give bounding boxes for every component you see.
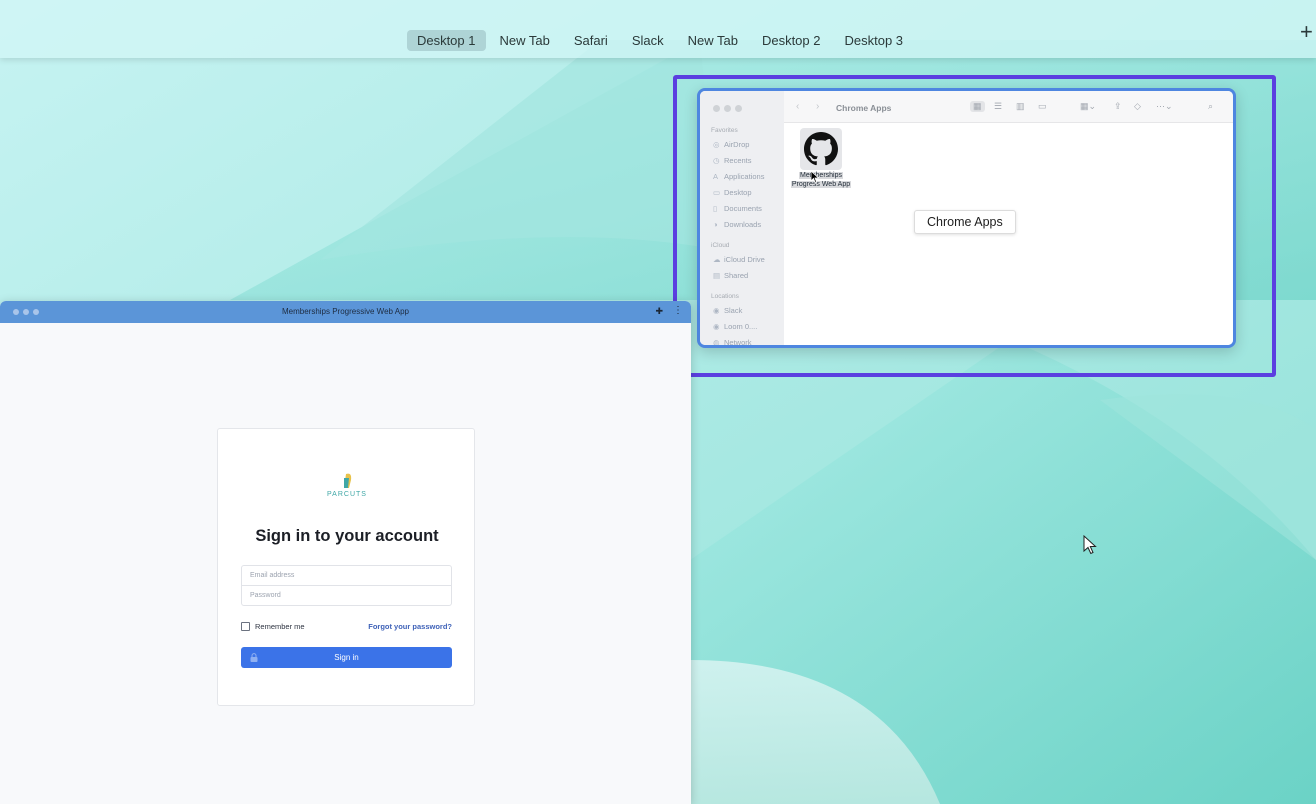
applications-icon: A: [713, 172, 719, 181]
group-icon[interactable]: ▦⌄: [1080, 101, 1096, 112]
sidebar-item-icloud-drive[interactable]: ☁ iCloud Drive: [713, 255, 765, 264]
sidebar-item-label: Recents: [724, 156, 752, 165]
signin-button[interactable]: Sign in: [241, 647, 452, 668]
gallery-view-icon[interactable]: ▭: [1038, 101, 1047, 112]
pwa-titlebar[interactable]: Memberships Progressive Web App ✚ ⋮: [0, 301, 691, 323]
back-arrow-icon[interactable]: ‹: [796, 101, 799, 112]
sidebar-item-label: Applications: [724, 172, 765, 181]
remember-me-row[interactable]: Remember me: [241, 622, 305, 631]
sidebar-item-label: Slack: [724, 306, 743, 315]
remember-me-checkbox[interactable]: [241, 622, 250, 631]
icon-view-icon[interactable]: ▦: [970, 101, 985, 112]
sidebar-item-label: Documents: [724, 204, 762, 213]
more-actions-icon[interactable]: ⋯⌄: [1156, 101, 1173, 112]
forgot-password-link[interactable]: Forgot your password?: [368, 622, 452, 631]
column-view-icon[interactable]: ▥: [1016, 101, 1025, 112]
sidebar-item-label: Loom 0....: [724, 322, 758, 331]
memberships-app-label: Memberships Progress Web App: [788, 171, 854, 189]
memberships-pwa-window[interactable]: Memberships Progressive Web App ✚ ⋮ PARC…: [0, 301, 691, 804]
github-icon: [804, 132, 838, 166]
space-tab-desktop-3[interactable]: Desktop 3: [835, 30, 914, 51]
email-field[interactable]: Email address: [241, 565, 452, 586]
signin-heading: Sign in to your account: [255, 527, 439, 545]
window-name-tooltip: Chrome Apps: [914, 210, 1016, 234]
minimize-dot[interactable]: [724, 105, 731, 112]
spaces-list: Desktop 1 New Tab Safari Slack New Tab D…: [0, 30, 1316, 51]
disk-icon: ◉: [713, 322, 720, 331]
sidebar-item-loom[interactable]: ◉ Loom 0....: [713, 322, 757, 331]
sidebar-item-label: iCloud Drive: [724, 255, 765, 264]
sidebar-item-airdrop[interactable]: ◎ AirDrop: [713, 140, 749, 149]
lock-icon: [250, 653, 258, 662]
signin-card: PARCUTS Sign in to your account Email ad…: [217, 428, 475, 706]
finder-toolbar: ‹ › Chrome Apps ▦ ☰ ▥ ▭ ▦⌄ ⇪ ◇ ⋯⌄ ⌕: [784, 91, 1233, 123]
shared-folder-icon: ▤: [713, 271, 721, 280]
sidebar-item-applications[interactable]: A Applications: [713, 172, 764, 181]
sidebar-item-shared[interactable]: ▤ Shared: [713, 271, 748, 280]
sidebar-item-recents[interactable]: ◷ Recents: [713, 156, 752, 165]
signin-button-label: Sign in: [334, 653, 359, 662]
finder-window-title: Chrome Apps: [836, 103, 892, 113]
cloud-icon: ☁: [713, 255, 721, 264]
close-dot[interactable]: [713, 105, 720, 112]
document-icon: ▯: [713, 204, 718, 213]
mouse-cursor-icon: [1083, 535, 1097, 555]
kebab-menu-icon[interactable]: ⋮: [673, 305, 683, 316]
finder-content: Memberships Progress Web App Chrome Apps: [784, 123, 1233, 345]
sidebar-item-desktop[interactable]: ▭ Desktop: [713, 188, 752, 197]
sidebar-item-label: Downloads: [724, 220, 762, 229]
space-tab-new-tab-2[interactable]: New Tab: [678, 30, 748, 51]
disk-icon: ◉: [713, 306, 720, 315]
desktop-icon: ▭: [713, 188, 721, 197]
space-tab-desktop-2[interactable]: Desktop 2: [752, 30, 831, 51]
locations-header: Locations: [711, 293, 739, 300]
tag-icon[interactable]: ◇: [1134, 101, 1141, 112]
finder-window[interactable]: Favorites ◎ AirDrop ◷ Recents A Application…: [697, 88, 1236, 348]
remember-me-label: Remember me: [255, 622, 305, 631]
sidebar-item-label: Shared: [724, 271, 749, 280]
clock-icon: ◷: [713, 156, 720, 165]
pwa-window-title: Memberships Progressive Web App: [281, 307, 410, 316]
space-tab-safari[interactable]: Safari: [564, 30, 618, 51]
sidebar-item-label: Network: [724, 338, 752, 347]
mission-control-spaces-bar: Desktop 1 New Tab Safari Slack New Tab D…: [0, 0, 1316, 58]
sidebar-item-documents[interactable]: ▯ Documents: [713, 204, 762, 213]
add-space-button[interactable]: +: [1300, 21, 1316, 43]
favorites-header: Favorites: [711, 127, 738, 134]
network-icon: ◍: [713, 338, 720, 347]
finder-sidebar: Favorites ◎ AirDrop ◷ Recents A Application…: [700, 91, 784, 345]
space-tab-desktop-1[interactable]: Desktop 1: [406, 30, 486, 51]
sidebar-item-label: AirDrop: [724, 140, 750, 149]
password-field[interactable]: Password: [241, 585, 452, 606]
finder-traffic-lights: [713, 105, 742, 112]
sidebar-item-slack[interactable]: ◉ Slack: [713, 306, 742, 315]
icloud-header: iCloud: [711, 242, 730, 249]
download-icon: ◑: [713, 220, 718, 229]
space-tab-slack[interactable]: Slack: [622, 30, 674, 51]
sidebar-item-label: Desktop: [724, 188, 752, 197]
parcuts-logo: [344, 473, 352, 488]
zoom-dot[interactable]: [735, 105, 742, 112]
puzzle-extension-icon[interactable]: ✚: [655, 306, 663, 317]
search-icon[interactable]: ⌕: [1208, 101, 1213, 112]
logo-wordmark: PARCUTS: [327, 491, 367, 498]
share-icon[interactable]: ⇪: [1114, 101, 1122, 112]
drag-cursor-icon: [811, 171, 819, 183]
sidebar-item-downloads[interactable]: ◑ Downloads: [713, 220, 761, 229]
forward-arrow-icon[interactable]: ›: [816, 101, 819, 112]
app-label-line-1: Memberships: [798, 172, 843, 179]
space-tab-new-tab[interactable]: New Tab: [490, 30, 560, 51]
app-label-line-2: Progress Web App: [790, 181, 852, 188]
sidebar-item-network[interactable]: ◍ Network: [713, 338, 752, 347]
list-view-icon[interactable]: ☰: [994, 101, 1002, 112]
airdrop-icon: ◎: [713, 140, 720, 149]
memberships-app-item[interactable]: [800, 128, 842, 170]
